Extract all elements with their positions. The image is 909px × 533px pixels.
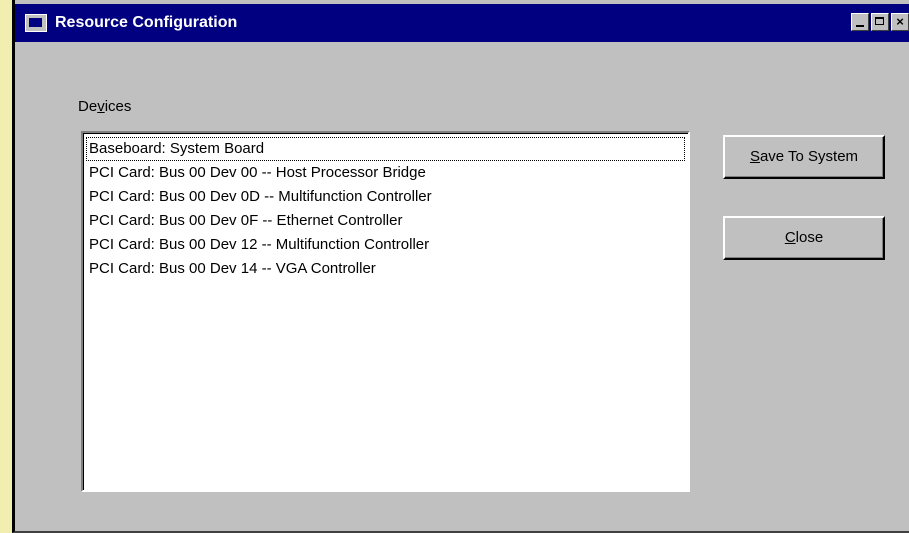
window-title: Resource Configuration: [55, 14, 238, 31]
application-icon[interactable]: [25, 14, 47, 32]
window-controls: ×: [851, 13, 909, 31]
devices-label-part: De: [78, 98, 98, 115]
list-item[interactable]: Baseboard: System Board: [86, 137, 685, 161]
devices-label-mnemonic: v: [97, 98, 105, 115]
devices-label: Devices: [78, 98, 131, 115]
list-item[interactable]: PCI Card: Bus 00 Dev 12 -- Multifunction…: [86, 233, 685, 257]
list-item[interactable]: PCI Card: Bus 00 Dev 0F -- Ethernet Cont…: [86, 209, 685, 233]
close-button[interactable]: Close: [723, 216, 885, 260]
resource-configuration-window: Resource Configuration × Devices Baseboa…: [12, 0, 909, 533]
list-item[interactable]: PCI Card: Bus 00 Dev 0D -- Multifunction…: [86, 185, 685, 209]
list-item[interactable]: PCI Card: Bus 00 Dev 14 -- VGA Controlle…: [86, 257, 685, 281]
close-window-button[interactable]: ×: [891, 13, 909, 31]
save-to-system-button[interactable]: Save To System: [723, 135, 885, 179]
close-button-mnemonic: C: [784, 229, 796, 246]
devices-listbox[interactable]: Baseboard: System Board PCI Card: Bus 00…: [81, 131, 690, 492]
devices-label-part: ices: [104, 98, 132, 115]
desktop-background: [0, 0, 12, 533]
list-item[interactable]: PCI Card: Bus 00 Dev 00 -- Host Processo…: [86, 161, 685, 185]
save-button-mnemonic: S: [749, 148, 760, 165]
title-bar[interactable]: Resource Configuration ×: [15, 4, 909, 42]
close-button-label: lose: [795, 229, 824, 246]
maximize-button[interactable]: [871, 13, 889, 31]
save-button-label: ave To System: [759, 148, 859, 165]
minimize-button[interactable]: [851, 13, 869, 31]
